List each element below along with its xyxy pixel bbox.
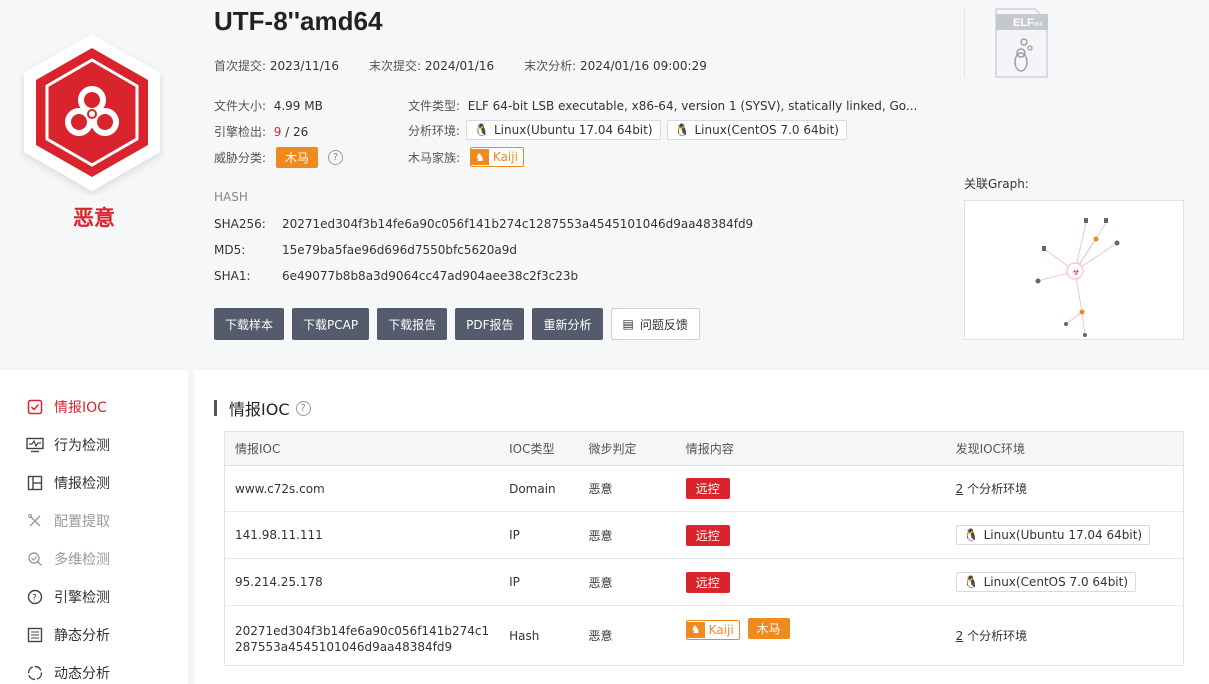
file-title: UTF-8''amd64 — [214, 6, 383, 36]
download-pcap-button[interactable]: 下载PCAP — [292, 308, 370, 340]
threat-class: 威胁分类: 木马 ? — [214, 147, 344, 168]
scan-icon — [26, 550, 44, 568]
file-size: 文件大小: 4.99 MB — [214, 99, 323, 113]
help-icon[interactable]: ? — [328, 150, 344, 165]
sha1-row: SHA1: 6e49077b8b8a3d9064cc47ad904aee38c2f… — [214, 269, 579, 283]
sidebar-item-intel[interactable]: 情报检测 — [26, 473, 110, 493]
env-count: 2 个分析环境 — [945, 465, 1184, 512]
document-icon: ▤ — [622, 317, 634, 331]
graph-label: 关联Graph: — [964, 177, 1029, 191]
ioc-type: Hash — [499, 605, 579, 666]
ioc-verdict: 恶意 — [578, 465, 676, 512]
col-ioc: 情报IOC — [224, 431, 500, 466]
linux-tux-icon: 🐧 — [674, 123, 690, 137]
horse-icon: ♞ — [471, 149, 489, 165]
content-tag: 远控 — [685, 478, 730, 499]
ioc-verdict: 恶意 — [578, 605, 676, 666]
pdf-report-button[interactable]: PDF报告 — [455, 308, 525, 340]
sidebar-item-config[interactable]: 配置提取 — [26, 511, 110, 531]
ioc-verdict: 恶意 — [578, 558, 676, 606]
monitor-pulse-icon — [26, 436, 44, 454]
table-row: 95.214.25.178 IP 恶意 远控 🐧 Linux(CentOS 7.0… — [224, 558, 1184, 606]
sha1-value[interactable]: 6e49077b8b8a3d9064cc47ad904aee38c2f3c23b — [282, 269, 578, 283]
layout-icon — [26, 474, 44, 492]
malicious-biohazard-badge — [18, 30, 166, 195]
ioc-section-title: 情报IOC ? — [214, 396, 311, 420]
trojan-family: 木马家族: ♞ Kaiji — [408, 147, 524, 167]
feedback-button[interactable]: ▤ 问题反馈 — [610, 308, 700, 340]
svg-text:ELF: ELF — [1013, 17, 1034, 29]
env-tag[interactable]: 🐧 Linux(CentOS 7.0 64bit) — [955, 572, 1137, 592]
ioc-value[interactable]: 95.214.25.178 — [224, 558, 500, 606]
md5-value[interactable]: 15e79ba5fae96d696d7550bfc5620a9d — [282, 243, 517, 257]
col-env: 发现IOC环境 — [945, 431, 1184, 466]
linux-tux-icon: 🐧 — [474, 123, 489, 137]
family-tag[interactable]: ♞ Kaiji — [470, 147, 524, 167]
download-sample-button[interactable]: 下载样本 — [214, 308, 285, 340]
linux-tux-icon: 🐧 — [963, 575, 979, 589]
dynamic-icon — [26, 664, 44, 682]
divider — [964, 8, 965, 78]
table-row: www.c72s.com Domain 恶意 远控 2 个分析环境 — [224, 465, 1184, 512]
file-type: 文件类型: ELF 64-bit LSB executable, x86-64,… — [408, 99, 918, 113]
env-count-link[interactable]: 2 — [956, 629, 964, 643]
verdict-label: 恶意 — [73, 206, 115, 230]
hash-heading: HASH — [214, 190, 248, 204]
table-row: 141.98.11.111 IP 恶意 远控 🐧 Linux(Ubuntu 17.… — [224, 511, 1184, 559]
engine-detection: 引擎检出: 9 / 26 — [214, 125, 309, 139]
svg-text:?: ? — [32, 594, 37, 604]
last-analysis: 末次分析: 2024/01/16 09:00:29 — [524, 59, 707, 73]
submission-dates: 首次提交: 2023/11/16 末次提交: 2024/01/16 末次分析: … — [214, 57, 707, 74]
last-submit: 末次提交: 2024/01/16 — [369, 59, 495, 73]
sidebar-item-engine[interactable]: ? 引擎检测 — [26, 587, 110, 607]
ioc-value[interactable]: www.c72s.com — [224, 465, 500, 512]
ioc-type: IP — [499, 558, 579, 606]
reanalyze-button[interactable]: 重新分析 — [532, 308, 603, 340]
ioc-verdict: 恶意 — [578, 511, 676, 559]
family-tag[interactable]: ♞ Kaiji — [685, 619, 740, 640]
table-row: 20271ed304f3b14fe6a90c056f141b274c1 28755… — [224, 605, 1184, 666]
tools-icon — [26, 512, 44, 530]
action-toolbar: 下载样本 下载PCAP 下载报告 PDF报告 重新分析 ▤ 问题反馈 — [214, 308, 700, 340]
engine-icon: ? — [26, 588, 44, 606]
sha256-row: SHA256: 20271ed304f3b14fe6a90c056f141b274… — [214, 217, 754, 231]
ioc-type: Domain — [499, 465, 579, 512]
threat-tag[interactable]: 木马 — [276, 147, 319, 168]
md5-row: MD5: 15e79ba5fae96d696d7550bfc5620a9d — [214, 243, 518, 257]
sidebar-item-multidim[interactable]: 多维检测 — [26, 549, 110, 569]
sidebar-item-dynamic[interactable]: 动态分析 — [26, 663, 110, 683]
sidebar-item-static[interactable]: 静态分析 — [26, 625, 110, 645]
help-icon[interactable]: ? — [295, 400, 311, 416]
relation-graph[interactable]: ☣ — [964, 200, 1184, 340]
sidebar-item-ioc[interactable]: 情报IOC — [26, 397, 107, 417]
env-tag-ubuntu[interactable]: 🐧 Linux(Ubuntu 17.04 64bit) — [466, 120, 661, 140]
download-report-button[interactable]: 下载报告 — [377, 308, 448, 340]
col-content: 情报内容 — [675, 431, 946, 466]
content-tag: 远控 — [685, 524, 730, 546]
svg-text:☣: ☣ — [1072, 268, 1080, 278]
col-verdict: 微步判定 — [578, 431, 676, 466]
col-type: IOC类型 — [499, 431, 579, 466]
elf-file-icon: ELF x64 — [995, 8, 1048, 78]
first-submit: 首次提交: 2023/11/16 — [214, 59, 340, 73]
linux-tux-icon: 🐧 — [963, 528, 979, 542]
env-count: 2 个分析环境 — [945, 605, 1184, 666]
env-tag-centos[interactable]: 🐧 Linux(CentOS 7.0 64bit) — [666, 120, 847, 140]
checklist-icon — [26, 398, 44, 416]
env-tag[interactable]: 🐧 Linux(Ubuntu 17.04 64bit) — [955, 525, 1151, 545]
analysis-env: 分析环境: 🐧 Linux(Ubuntu 17.04 64bit) 🐧 Linux(… — [408, 120, 847, 140]
list-icon — [26, 626, 44, 644]
content-tag: 远控 — [685, 571, 730, 593]
ioc-type: IP — [499, 511, 579, 559]
sha256-value[interactable]: 20271ed304f3b14fe6a90c056f141b274c128755… — [282, 217, 753, 231]
ioc-table: 情报IOC IOC类型 微步判定 情报内容 发现IOC环境 www.c72s.c… — [224, 431, 1184, 666]
horse-icon: ♞ — [686, 621, 705, 638]
svg-text:x64: x64 — [1033, 22, 1043, 28]
ioc-value[interactable]: 141.98.11.111 — [224, 511, 500, 559]
env-count-link[interactable]: 2 — [956, 482, 964, 496]
sidebar-item-behavior[interactable]: 行为检测 — [26, 435, 110, 455]
ioc-value[interactable]: 20271ed304f3b14fe6a90c056f141b274c1 28755… — [224, 605, 500, 666]
threat-tag[interactable]: 木马 — [747, 618, 790, 639]
table-header: 情报IOC IOC类型 微步判定 情报内容 发现IOC环境 — [224, 431, 1184, 466]
